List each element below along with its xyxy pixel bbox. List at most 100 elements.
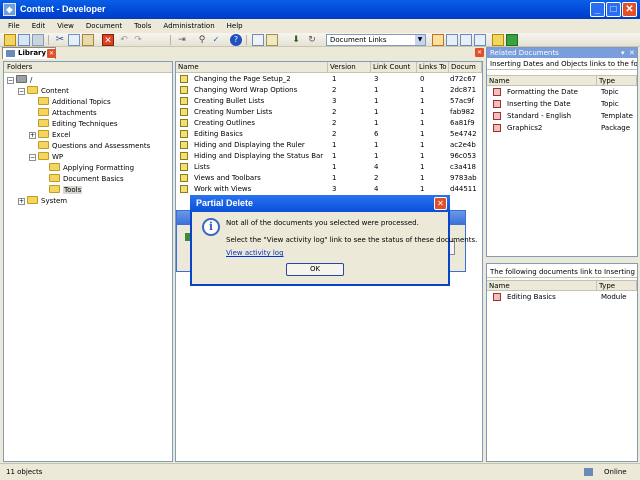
expander-icon[interactable]: + — [18, 198, 25, 205]
tab-library[interactable]: Library ✕ — [2, 47, 56, 59]
tree-item[interactable]: Tools — [7, 185, 171, 196]
col-header-document[interactable]: Docum — [449, 62, 482, 73]
folder-icon — [27, 86, 38, 94]
expander-icon[interactable]: − — [18, 88, 25, 95]
minimize-button[interactable]: _ — [590, 2, 605, 17]
redo-icon[interactable]: ↷ — [132, 34, 144, 46]
table-row[interactable]: Views and Toolbars 1 2 1 9783ab — [176, 173, 482, 184]
indent-icon[interactable]: ⇥ — [176, 34, 188, 46]
refresh-icon[interactable]: ↻ — [306, 34, 318, 46]
layout-3-icon[interactable] — [460, 34, 472, 46]
new-folder-icon[interactable] — [4, 34, 16, 46]
expander-icon[interactable]: − — [29, 154, 36, 161]
table-row[interactable]: Creating Number Lists 2 1 1 fab982 — [176, 107, 482, 118]
copy-icon[interactable] — [68, 34, 80, 46]
list-item[interactable]: Editing Basics Module — [487, 292, 637, 303]
tree-item[interactable]: − WP — [7, 152, 171, 163]
folder-up-icon[interactable] — [492, 34, 504, 46]
menu-view[interactable]: View — [53, 19, 78, 33]
pin-icon[interactable]: ▾ — [621, 48, 625, 58]
undo-icon[interactable]: ↶ — [118, 34, 130, 46]
document-icon — [493, 112, 501, 120]
table-row[interactable]: Changing the Page Setup_2 1 3 0 d72c67 — [176, 74, 482, 85]
sync-icon[interactable] — [506, 34, 518, 46]
close-icon[interactable]: ✕ — [47, 49, 56, 58]
close-button[interactable]: ✕ — [622, 2, 637, 17]
close-icon[interactable]: ✕ — [629, 48, 635, 58]
close-icon[interactable]: ✕ — [475, 48, 484, 57]
paste-icon[interactable] — [82, 34, 94, 46]
spellcheck-icon[interactable]: ✓ — [210, 34, 222, 46]
list-item[interactable]: Standard - English Template — [487, 111, 637, 122]
table-cell: Changing the Page Setup_2 — [194, 75, 291, 83]
menu-document[interactable]: Document — [82, 19, 126, 33]
table-cell: Views and Toolbars — [194, 174, 261, 182]
table-row[interactable]: Changing Word Wrap Options 2 1 1 2dc871 — [176, 85, 482, 96]
table-cell: 3 — [332, 97, 337, 105]
ok-button[interactable]: OK — [286, 263, 344, 276]
expander-icon[interactable]: − — [7, 77, 14, 84]
tree-item-label: Additional Topics — [52, 98, 111, 106]
list-item[interactable]: Graphics2 Package — [487, 123, 637, 134]
list-item[interactable]: Formatting the Date Topic — [487, 87, 637, 98]
menu-tools[interactable]: Tools — [130, 19, 155, 33]
table-cell: 1 — [420, 152, 425, 160]
list-item-name: Standard - English — [507, 112, 572, 120]
tree-item[interactable]: Additional Topics — [7, 97, 171, 108]
menu-edit[interactable]: Edit — [28, 19, 50, 33]
tree-item[interactable]: + Excel — [7, 130, 171, 141]
expander-icon[interactable]: + — [29, 132, 36, 139]
table-row[interactable]: Creating Bullet Lists 3 1 1 57ac9f — [176, 96, 482, 107]
view-activity-log-link[interactable]: View activity log — [226, 249, 284, 257]
list-item-name: Inserting the Date — [507, 100, 571, 108]
menu-file[interactable]: File — [4, 19, 24, 33]
tree-item[interactable]: − / — [7, 75, 171, 86]
folders-panel: Folders − / − Content Additional Topics Attac… — [3, 61, 173, 462]
save-icon[interactable] — [18, 34, 30, 46]
properties-icon[interactable] — [252, 34, 264, 46]
maximize-button[interactable]: □ — [606, 2, 621, 17]
view-combo[interactable]: Document Links ▼ — [326, 34, 426, 46]
tree-item[interactable]: Attachments — [7, 108, 171, 119]
table-cell: 2 — [332, 86, 337, 94]
layout-2-icon[interactable] — [446, 34, 458, 46]
table-row[interactable]: Hiding and Displaying the Ruler 1 1 1 ac2e4b — [176, 140, 482, 151]
delete-icon[interactable]: ✕ — [102, 34, 114, 46]
publish-icon[interactable]: ⬇ — [290, 34, 302, 46]
list-item[interactable]: Inserting the Date Topic — [487, 99, 637, 110]
online-status: Online — [604, 468, 627, 476]
tree-item-label: Editing Techniques — [52, 120, 118, 128]
col-header-version[interactable]: Version — [328, 62, 371, 73]
tree-item[interactable]: Document Basics — [7, 174, 171, 185]
col-header-link-count[interactable]: Link Count — [371, 62, 417, 73]
table-row[interactable]: Editing Basics 2 6 1 5e4742 — [176, 129, 482, 140]
menu-administration[interactable]: Administration — [159, 19, 218, 33]
layout-1-icon[interactable] — [432, 34, 444, 46]
tree-item[interactable]: Applying Formatting — [7, 163, 171, 174]
tree-item[interactable]: − Content — [7, 86, 171, 97]
related-col-type[interactable]: Type — [597, 75, 637, 86]
chevron-down-icon[interactable]: ▼ — [415, 35, 425, 45]
checkout-icon[interactable] — [266, 34, 278, 46]
library-icon — [6, 50, 15, 57]
tree-item[interactable]: Editing Techniques — [7, 119, 171, 130]
help-icon[interactable]: ? — [230, 34, 242, 46]
table-row[interactable]: Creating Outlines 2 1 1 6a81f9 — [176, 118, 482, 129]
related-col-name[interactable]: Name — [487, 75, 597, 86]
table-row[interactable]: Lists 1 4 1 c3a418 — [176, 162, 482, 173]
col-header-links-to[interactable]: Links To — [417, 62, 449, 73]
linking-col-type[interactable]: Type — [597, 280, 637, 291]
cut-icon[interactable]: ✂ — [54, 34, 66, 46]
print-icon[interactable] — [32, 34, 44, 46]
col-header-name[interactable]: Name — [176, 62, 328, 73]
tree-item[interactable]: + System — [7, 196, 171, 207]
linking-col-name[interactable]: Name — [487, 280, 597, 291]
table-row[interactable]: Hiding and Displaying the Status Bar 1 1 1 9… — [176, 151, 482, 162]
table-cell: Changing Word Wrap Options — [194, 86, 298, 94]
layout-4-icon[interactable] — [474, 34, 486, 46]
table-row[interactable]: Work with Views 3 4 1 d44511 — [176, 184, 482, 195]
find-icon[interactable]: ⚲ — [196, 34, 208, 46]
tree-item[interactable]: Questions and Assessments — [7, 141, 171, 152]
dialog-close-button[interactable]: ✕ — [434, 197, 447, 210]
menu-help[interactable]: Help — [223, 19, 247, 33]
